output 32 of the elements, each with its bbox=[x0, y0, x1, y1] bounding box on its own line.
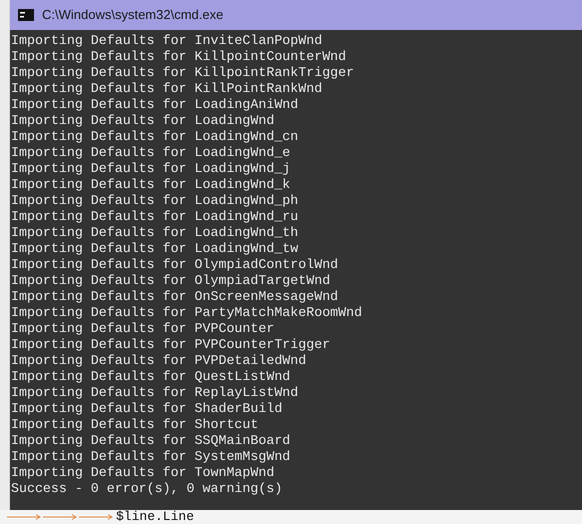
console-icon bbox=[18, 9, 34, 21]
console-line: Importing Defaults for KillpointCounterWnd bbox=[11, 49, 346, 65]
console-line: Importing Defaults for Shortcut bbox=[11, 417, 258, 433]
console-line: Importing Defaults for OlympiadTargetWnd bbox=[11, 273, 330, 289]
console-line: Importing Defaults for TownMapWnd bbox=[11, 465, 274, 481]
console-line: Importing Defaults for LoadingWnd_j bbox=[11, 161, 290, 177]
console-line: Importing Defaults for LoadingWnd_k bbox=[11, 177, 290, 193]
window-title: C:\Windows\system32\cmd.exe bbox=[42, 6, 224, 24]
console-line: Importing Defaults for SSQMainBoard bbox=[11, 433, 290, 449]
console-line: Importing Defaults for OnScreenMessageWnd bbox=[11, 289, 338, 305]
console-line: Success - 0 error(s), 0 warning(s) bbox=[11, 481, 282, 497]
console-line: Importing Defaults for InviteClanPopWnd bbox=[11, 33, 322, 49]
code-line: $line.Line bbox=[116, 510, 194, 524]
console-line: Importing Defaults for SystemMsgWnd bbox=[11, 449, 290, 465]
console-line: Importing Defaults for PVPDetailedWnd bbox=[11, 353, 306, 369]
console-line: Importing Defaults for KillpointRankTrigger bbox=[11, 65, 354, 81]
console-line: Importing Defaults for KillPointRankWnd bbox=[11, 81, 322, 97]
console-line: Importing Defaults for QuestListWnd bbox=[11, 369, 290, 385]
console-line: Importing Defaults for LoadingWnd bbox=[11, 113, 274, 129]
console-line: Importing Defaults for ShaderBuild bbox=[11, 401, 282, 417]
console-line: Importing Defaults for LoadingWnd_e bbox=[11, 145, 290, 161]
console-line: Importing Defaults for PVPCounterTrigger bbox=[11, 337, 330, 353]
console-line: Importing Defaults for LoadingWnd_th bbox=[11, 225, 298, 241]
console-line: Importing Defaults for LoadingWnd_ru bbox=[11, 209, 298, 225]
console-line: Importing Defaults for LoadingAniWnd bbox=[11, 97, 298, 113]
console-line: Importing Defaults for LoadingWnd_ph bbox=[11, 193, 298, 209]
console-line: Importing Defaults for LoadingWnd_cn bbox=[11, 129, 298, 145]
console-line: Importing Defaults for PVPCounter bbox=[11, 321, 274, 337]
console-line: Importing Defaults for ReplayListWnd bbox=[11, 385, 298, 401]
console-line: Importing Defaults for LoadingWnd_tw bbox=[11, 241, 298, 257]
console-line: Importing Defaults for PartyMatchMakeRoomWnd bbox=[11, 305, 362, 321]
console-line: Importing Defaults for OlympiadControlWnd bbox=[11, 257, 338, 273]
